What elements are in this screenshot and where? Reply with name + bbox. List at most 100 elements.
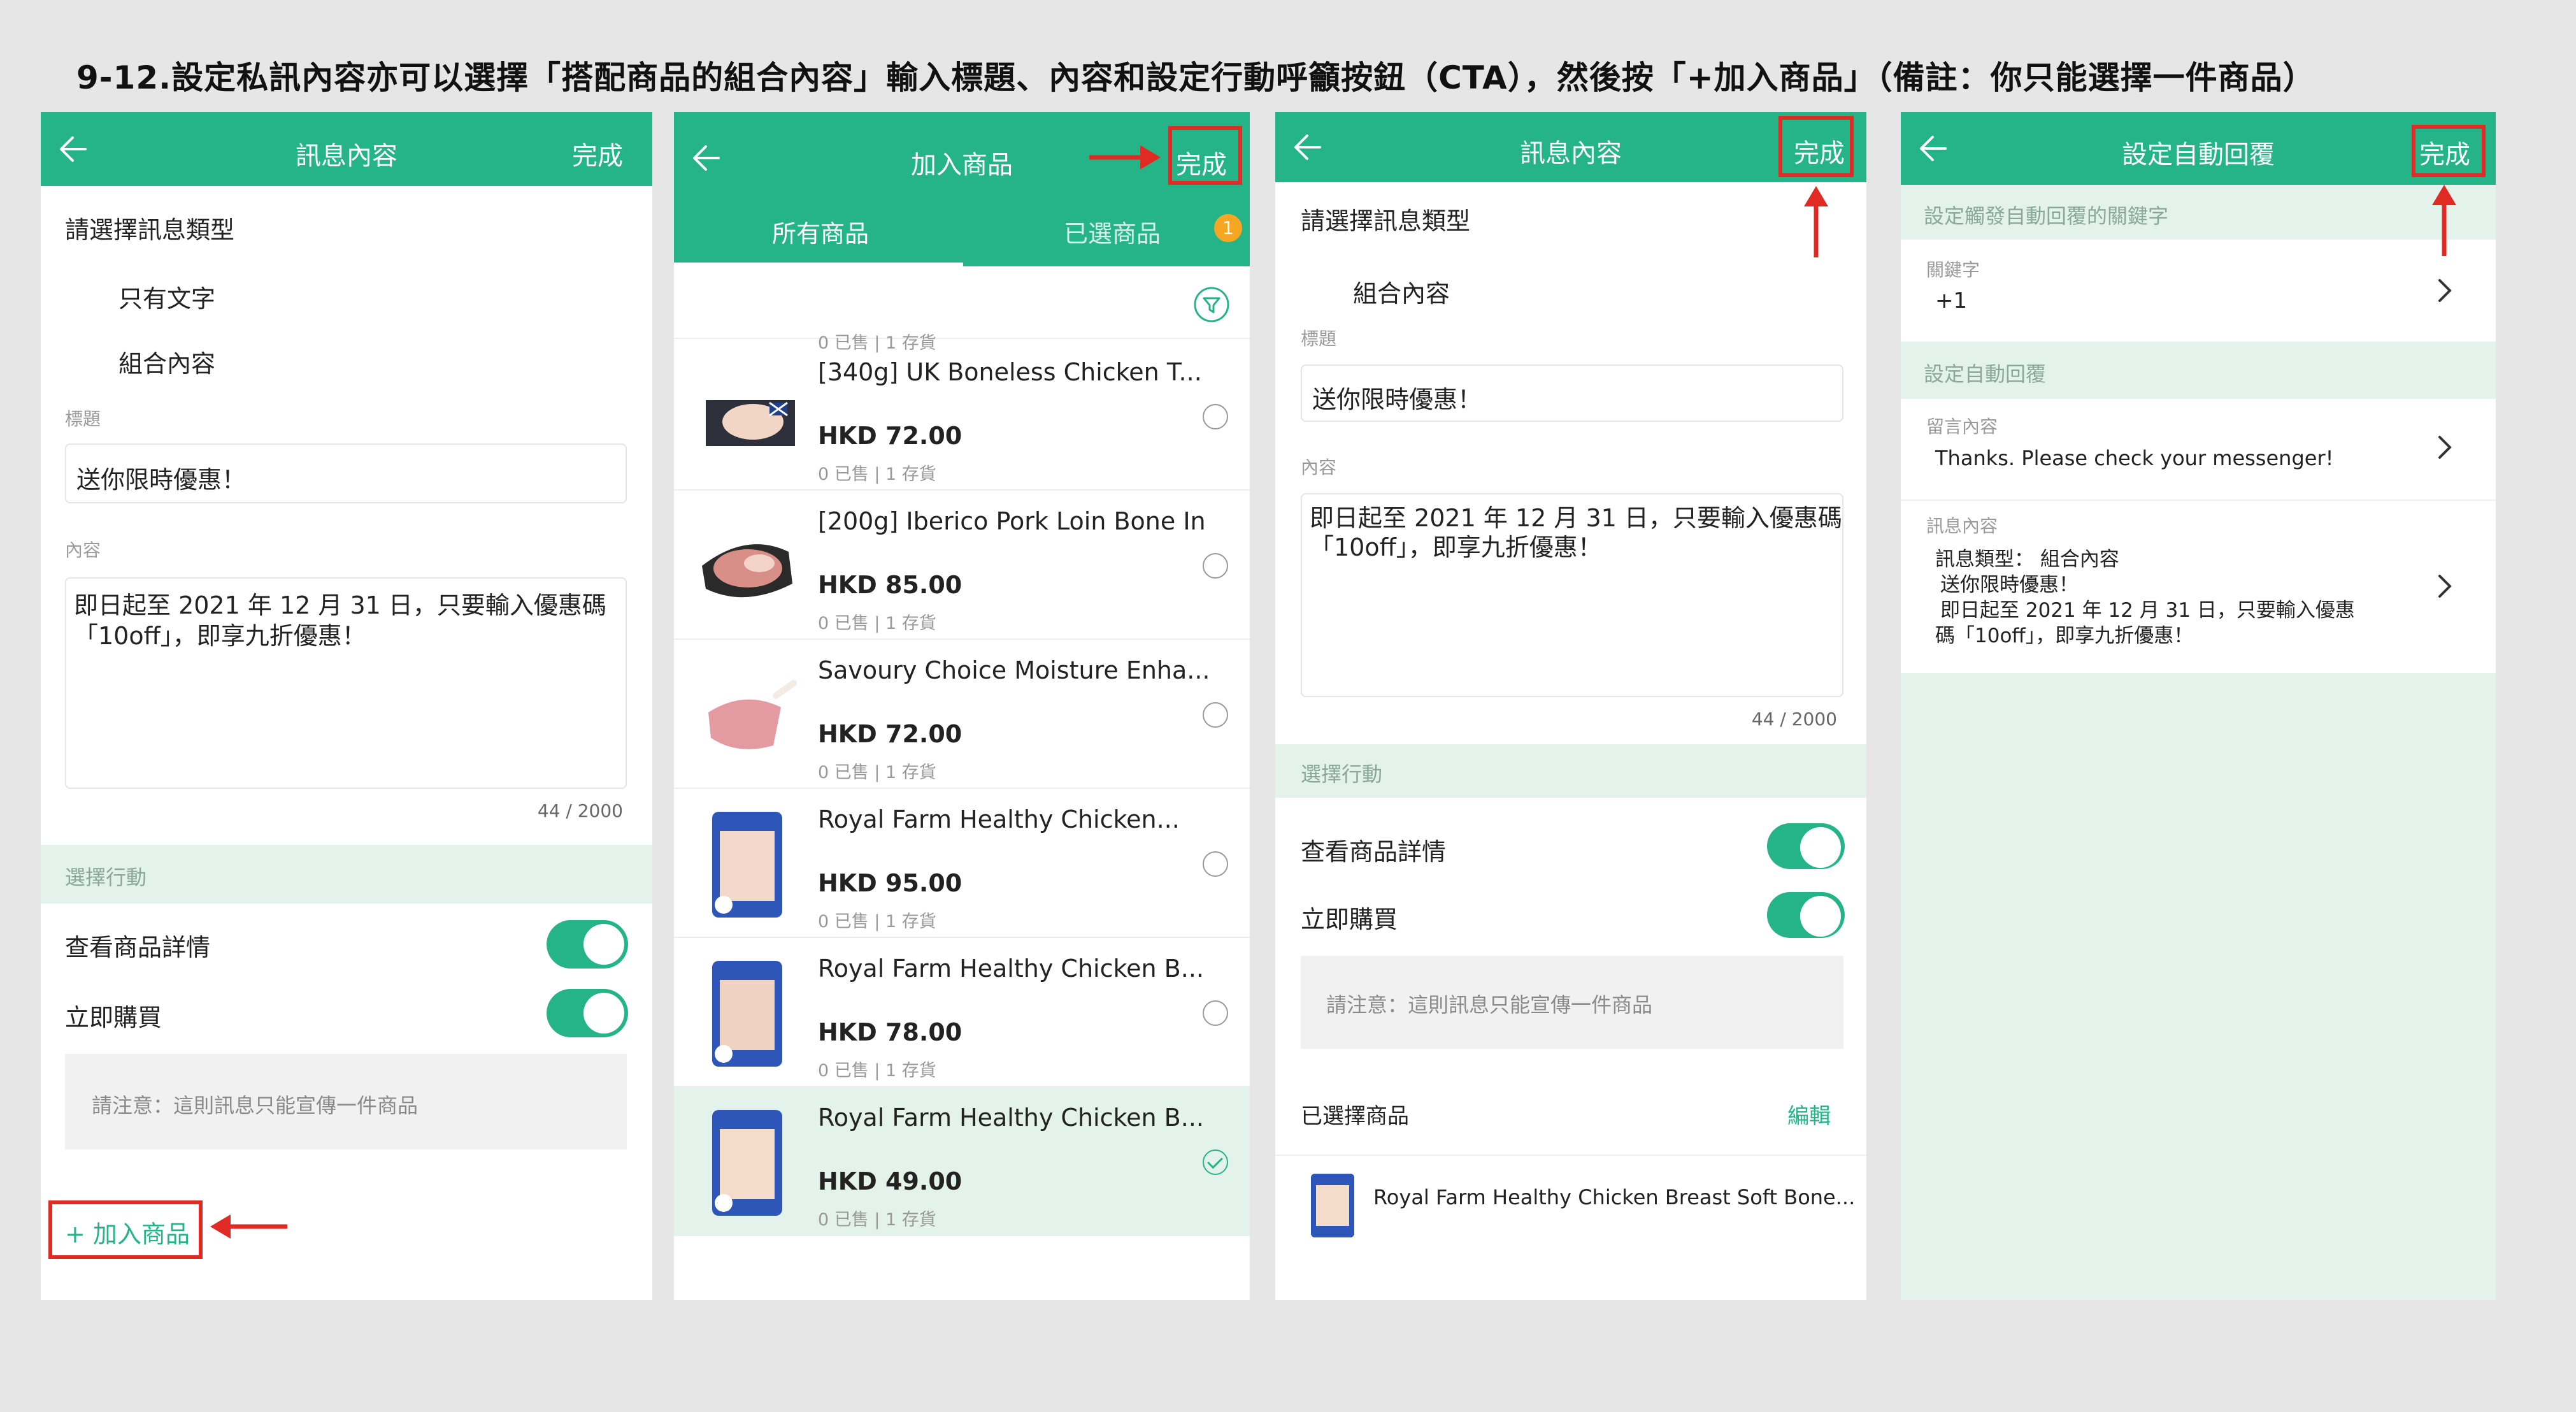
note-box: 請注意：這則訊息只能宣傳一件商品 [65, 1054, 627, 1149]
comment-label: 留言內容 [1926, 416, 1998, 437]
product-row-selected[interactable]: Royal Farm Healthy Chicken B... HKD 49.0… [674, 1087, 1250, 1236]
message-row[interactable]: 訊息內容 訊息類型： 組合內容 送你限時優惠！ 即日起至 2021 年 12 月… [1901, 501, 2496, 673]
action-view-label: 查看商品詳情 [65, 933, 211, 962]
keyword-section-label: 設定觸發自動回覆的關鍵字 [1924, 204, 2169, 228]
message-line: 送你限時優惠！ [1940, 573, 2079, 596]
product-row[interactable]: [200g] Iberico Pork Loin Bone In HKD 85.… [674, 491, 1250, 640]
buy-now-toggle[interactable] [1767, 892, 1845, 938]
content-line: 即日起至 2021 年 12 月 31 日，只要輸入優惠碼 [1310, 504, 1842, 532]
content-line: 「10off」，即享九折優惠！ [1310, 533, 1602, 561]
filter-icon[interactable] [1192, 285, 1231, 324]
message-line: 即日起至 2021 年 12 月 31 日，只要輸入優惠 [1940, 599, 2355, 622]
type-option-combo[interactable]: 組合內容 [118, 344, 215, 379]
product-thumbnail [712, 1110, 782, 1216]
tab-all-products[interactable]: 所有商品 [772, 214, 869, 249]
product-row[interactable]: Savoury Choice Moisture Enha... HKD 72.0… [674, 640, 1250, 789]
buy-now-toggle[interactable] [547, 989, 628, 1037]
product-price: HKD 49.00 [818, 1167, 962, 1195]
header-title: 加入商品 [911, 150, 1013, 180]
product-price: HKD 72.00 [818, 422, 962, 450]
selected-count-badge: 1 [1214, 214, 1242, 242]
header-bar: 訊息內容 完成 [41, 112, 652, 186]
header-title: 訊息內容 [1520, 139, 1622, 168]
product-stock: 0 已售 | 1 存貨 [818, 763, 936, 782]
arrow-right-icon [1089, 145, 1161, 169]
panel-message-content-combo: 訊息內容 完成 請選擇訊息類型 組合內容 標題 送你限時優惠！ 內容 即日起至 … [1275, 112, 1866, 1300]
title-field[interactable]: 送你限時優惠！ [1301, 364, 1843, 422]
arrow-up-icon [1804, 186, 1828, 257]
selected-product-thumbnail [1311, 1174, 1354, 1237]
chevron-right-icon [2438, 279, 2452, 302]
type-option-combo[interactable]: 組合內容 [1353, 274, 1450, 309]
product-stock: 0 已售 | 1 存貨 [818, 614, 936, 633]
divider [1275, 1155, 1866, 1156]
message-preview: 訊息類型： 組合內容 送你限時優惠！ 即日起至 2021 年 12 月 31 日… [1935, 547, 2355, 649]
action-buy-label: 立即購買 [1301, 905, 1398, 933]
product-row[interactable]: Royal Farm Healthy Chicken... HKD 95.00 … [674, 789, 1250, 938]
comment-value: Thanks. Please check your messenger! [1935, 446, 2334, 470]
arrow-up-icon [2432, 185, 2456, 256]
content-textarea[interactable]: 即日起至 2021 年 12 月 31 日，只要輸入優惠碼 「10off」，即享… [65, 577, 627, 789]
product-price: HKD 78.00 [818, 1018, 962, 1046]
keyword-label: 關鍵字 [1926, 259, 1980, 280]
product-name: Royal Farm Healthy Chicken... [818, 805, 1180, 833]
note-text: 請注意：這則訊息只能宣傳一件商品 [92, 1093, 419, 1118]
highlight-done [1168, 126, 1242, 185]
select-radio[interactable] [1203, 1000, 1228, 1026]
action-section-header: 選擇行動 [1275, 744, 1866, 798]
note-text: 請注意：這則訊息只能宣傳一件商品 [1326, 993, 1653, 1017]
title-label: 標題 [65, 408, 101, 429]
product-stock: 0 已售 | 1 存貨 [818, 465, 936, 484]
select-radio[interactable] [1203, 553, 1228, 579]
title-field[interactable]: 送你限時優惠！ [65, 443, 627, 503]
reply-section-label: 設定自動回覆 [1924, 362, 2047, 386]
filter-bar [674, 266, 1250, 339]
select-radio[interactable] [1203, 702, 1228, 728]
keyword-row[interactable]: 關鍵字 +1 [1901, 240, 2496, 342]
action-section-label: 選擇行動 [1301, 762, 1383, 786]
title-value: 送你限時優惠！ [76, 466, 247, 494]
header-title: 訊息內容 [296, 141, 397, 171]
select-radio[interactable] [1203, 851, 1228, 877]
message-line: 碼「10off」，即享九折優惠！ [1935, 624, 2194, 647]
selected-product-name: Royal Farm Healthy Chicken Breast Soft B… [1373, 1185, 1856, 1209]
action-section-label: 選擇行動 [65, 865, 147, 890]
product-row[interactable]: [340g] UK Boneless Chicken T... HKD 72.0… [674, 342, 1250, 491]
highlight-add-product [48, 1200, 203, 1259]
product-price: HKD 72.00 [818, 720, 962, 748]
chevron-right-icon [2438, 575, 2452, 598]
content-textarea[interactable]: 即日起至 2021 年 12 月 31 日，只要輸入優惠碼 「10off」，即享… [1301, 493, 1843, 697]
view-details-toggle[interactable] [1767, 823, 1845, 869]
content-line: 「10off」，即享九折優惠！ [74, 622, 366, 650]
char-count: 44 / 2000 [537, 800, 623, 821]
select-radio[interactable] [1203, 404, 1228, 429]
product-row[interactable]: Royal Farm Healthy Chicken B... HKD 78.0… [674, 938, 1250, 1087]
chevron-right-icon [2438, 436, 2452, 459]
product-thumbnail [712, 812, 782, 918]
tab-selected-products[interactable]: 已選商品 [1064, 214, 1161, 249]
note-box: 請注意：這則訊息只能宣傳一件商品 [1301, 956, 1843, 1049]
message-line: 訊息類型： 組合內容 [1935, 548, 2119, 571]
edit-button[interactable]: 編輯 [1787, 1099, 1831, 1130]
arrow-left-icon [210, 1214, 287, 1239]
panel-add-product: 加入商品 完成 所有商品 已選商品 1 0 已售 | 1 存貨 [340g] U… [674, 112, 1250, 1300]
view-details-toggle[interactable] [547, 920, 628, 969]
product-name: Royal Farm Healthy Chicken B... [818, 955, 1204, 983]
message-label: 訊息內容 [1926, 515, 1998, 537]
select-radio-checked[interactable] [1203, 1149, 1228, 1175]
product-name: [200g] Iberico Pork Loin Bone In [818, 507, 1206, 535]
reply-section-header: 設定自動回覆 [1901, 342, 2496, 399]
highlight-done [2412, 125, 2486, 177]
product-name: [340g] UK Boneless Chicken T... [818, 358, 1202, 386]
char-count: 44 / 2000 [1751, 709, 1837, 730]
keyword-value: +1 [1935, 288, 1968, 313]
content-label: 內容 [65, 540, 101, 561]
title-value: 送你限時優惠！ [1312, 385, 1482, 414]
header-bar: 加入商品 完成 所有商品 已選商品 1 [674, 112, 1250, 266]
done-button[interactable]: 完成 [572, 135, 623, 172]
type-option-text-only[interactable]: 只有文字 [118, 279, 215, 314]
product-stock: 0 已售 | 1 存貨 [818, 912, 936, 932]
product-thumbnail [706, 400, 795, 446]
comment-row[interactable]: 留言內容 Thanks. Please check your messenger… [1901, 399, 2496, 501]
keyword-section-header: 設定觸發自動回覆的關鍵字 [1901, 185, 2496, 240]
